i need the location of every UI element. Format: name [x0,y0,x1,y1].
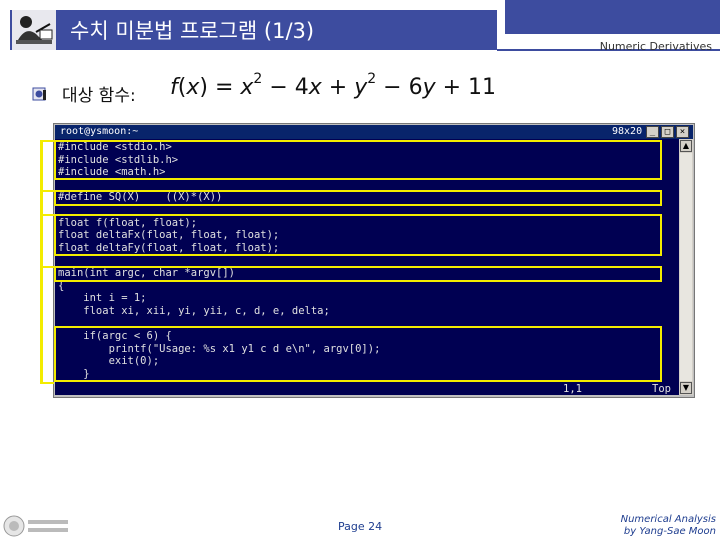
terminal-title: root@ysmoon:~ [60,126,139,137]
close-button[interactable]: × [676,126,689,138]
formula-p1: 2 [253,71,263,87]
highlight-includes [54,140,662,180]
formula-t2: − 4 [262,75,309,100]
cursor-position: 1,1 [563,383,582,395]
header-accent-strip [505,0,720,34]
formula-eq: = [207,75,241,100]
formula-t1: x [240,75,254,100]
target-function-label: 대상 함수: [62,86,136,106]
highlight-argc-check [54,326,662,382]
formula-t8: + 11 [435,75,497,100]
university-logo [3,515,68,537]
terminal-size: 98x20 [612,126,643,137]
scroll-position: Top [652,383,671,395]
highlight-left-tick-4 [40,266,54,268]
highlight-left-bar [40,140,43,384]
highlight-left-tick-2 [40,190,54,192]
bullet-icon [32,87,46,101]
terminal-titlebar[interactable] [55,125,693,139]
scrollbar-thumb[interactable] [680,153,692,381]
footer-author: by Yang-Sae Moon [623,526,716,537]
scroll-down-icon[interactable]: ▼ [680,382,692,394]
scroll-up-icon[interactable]: ▲ [680,140,692,152]
formula-p2: 2 [367,71,377,87]
formula-f: f [170,75,178,100]
highlight-define [54,190,662,206]
footer-course: Numerical Analysis [620,514,716,525]
formula-t6: − 6 [376,75,423,100]
formula-t4: + [321,75,355,100]
highlight-prototypes [54,214,662,256]
highlight-left-tick-3 [40,214,54,216]
page-title: 수치 미분법 프로그램 (1/3) [70,19,315,43]
page-number: Page 24 [338,520,383,533]
highlight-main [54,266,662,282]
person-at-desk-icon [12,10,56,50]
code-line: float xi, xii, yi, yii, c, d, e, delta; [58,304,330,317]
formula-t3: x [308,75,322,100]
footer-credit: Numerical Analysis by Yang-Sae Moon [560,514,716,538]
target-function-formula: f(x) = x2 − 4x + y2 − 6y + 11 [170,71,497,100]
minimize-button[interactable]: _ [646,126,659,138]
formula-t5: y [354,75,368,100]
highlight-left-tick-1 [40,140,54,142]
highlight-left-tick-5 [40,382,54,384]
formula-x: x [186,75,200,100]
formula-t7: y [422,75,436,100]
maximize-button[interactable]: □ [661,126,674,138]
header-subtitle: Numeric Derivatives [599,40,712,53]
code-line: int i = 1; [58,292,147,305]
